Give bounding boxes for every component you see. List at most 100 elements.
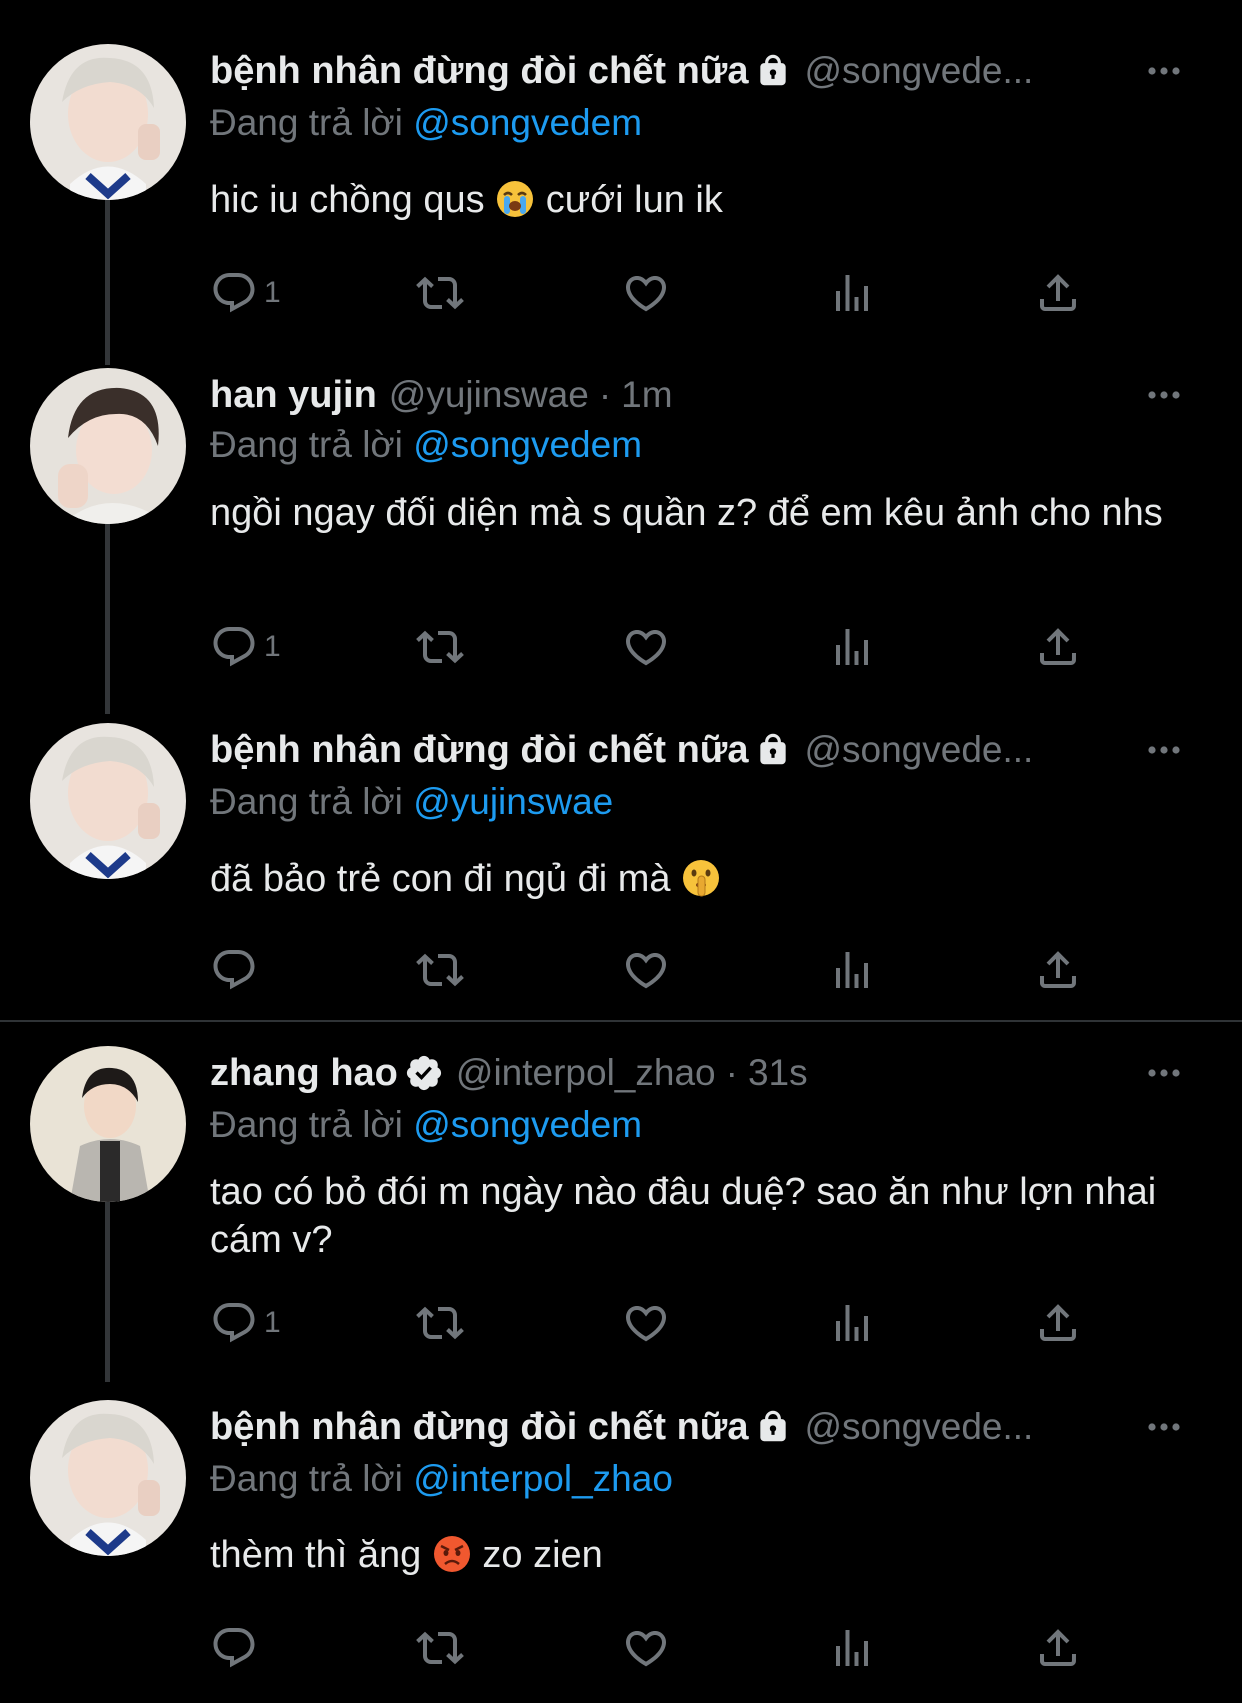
tweet-text: tao có bỏ đói m ngày nào đâu duệ? sao ăn… xyxy=(210,1171,1157,1261)
avatar[interactable] xyxy=(30,1046,186,1202)
retweet-button[interactable] xyxy=(416,1623,464,1673)
retweet-button[interactable] xyxy=(416,622,464,672)
reply-button[interactable] xyxy=(210,945,264,995)
user-handle[interactable]: @interpol_zhao xyxy=(456,1052,716,1094)
user-handle[interactable]: @yujinswae xyxy=(389,374,589,416)
thread-line xyxy=(105,524,110,714)
views-button[interactable] xyxy=(828,622,876,672)
like-button[interactable] xyxy=(622,268,670,318)
timestamp[interactable]: 31s xyxy=(748,1052,808,1094)
user-handle[interactable]: @songvede... xyxy=(804,50,1033,92)
retweet-button[interactable] xyxy=(416,945,464,995)
tweet-header: zhang hao @interpol_zhao · 31s xyxy=(210,1048,1202,1098)
user-handle[interactable]: @songvede... xyxy=(804,1406,1033,1448)
thread-line xyxy=(105,1202,110,1382)
more-icon[interactable] xyxy=(1144,1412,1184,1442)
share-button[interactable] xyxy=(1034,268,1082,318)
shushing-face-icon xyxy=(683,860,720,897)
reply-button[interactable]: 1 xyxy=(210,268,281,318)
tweet[interactable]: bệnh nhân đừng đòi chết nữa @songvede...… xyxy=(0,1375,1242,1703)
display-name[interactable]: bệnh nhân đừng đòi chết nữa xyxy=(210,50,748,93)
views-button[interactable] xyxy=(828,1298,876,1348)
timestamp[interactable]: 1m xyxy=(621,374,672,416)
replying-to: Đang trả lời @songvedem xyxy=(210,424,642,466)
like-button[interactable] xyxy=(622,1623,670,1673)
tweet[interactable]: han yujin @yujinswae · 1m Đang trả lời @… xyxy=(0,352,1242,714)
views-icon xyxy=(828,946,876,994)
replying-to: Đang trả lời @interpol_zhao xyxy=(210,1458,673,1500)
mention-link[interactable]: @songvedem xyxy=(413,102,642,143)
reply-button[interactable]: 1 xyxy=(210,622,281,672)
avatar[interactable] xyxy=(30,723,186,879)
separator: · xyxy=(725,1052,738,1093)
reply-icon xyxy=(210,269,258,317)
lock-icon xyxy=(754,1408,792,1446)
display-name[interactable]: han yujin xyxy=(210,374,377,417)
tweet[interactable]: bệnh nhân đừng đòi chết nữa @songvede...… xyxy=(0,0,1242,365)
share-button[interactable] xyxy=(1034,622,1082,672)
reply-count: 1 xyxy=(264,276,281,309)
retweet-icon xyxy=(416,1624,464,1672)
like-button[interactable] xyxy=(622,1298,670,1348)
display-name[interactable]: zhang hao xyxy=(210,1052,398,1095)
replying-label: Đang trả lời xyxy=(210,1104,403,1145)
reply-icon xyxy=(210,1624,258,1672)
mention-link[interactable]: @yujinswae xyxy=(413,781,613,822)
more-icon[interactable] xyxy=(1144,56,1184,86)
retweet-icon xyxy=(416,946,464,994)
tweet-text: thèm thì ăng zo zien xyxy=(210,1531,1200,1579)
mention-link[interactable]: @interpol_zhao xyxy=(413,1458,673,1499)
retweet-button[interactable] xyxy=(416,1298,464,1348)
action-bar: 1 xyxy=(210,622,1110,672)
heart-icon xyxy=(622,269,670,317)
avatar[interactable] xyxy=(30,368,186,524)
replying-label: Đang trả lời xyxy=(210,424,403,465)
avatar[interactable] xyxy=(30,1400,186,1556)
display-name[interactable]: bệnh nhân đừng đòi chết nữa xyxy=(210,1406,748,1449)
reply-button[interactable] xyxy=(210,1623,264,1673)
views-icon xyxy=(828,269,876,317)
share-button[interactable] xyxy=(1034,1298,1082,1348)
replying-label: Đang trả lời xyxy=(210,102,403,143)
tweet[interactable]: bệnh nhân đừng đòi chết nữa @songvede...… xyxy=(0,705,1242,1020)
tweet-text-part: cưới lun ik xyxy=(545,179,723,221)
views-button[interactable] xyxy=(828,945,876,995)
like-button[interactable] xyxy=(622,945,670,995)
mention-link[interactable]: @songvedem xyxy=(413,1104,642,1145)
heart-icon xyxy=(622,1624,670,1672)
action-bar xyxy=(210,945,1110,995)
tweet-header: bệnh nhân đừng đòi chết nữa @songvede... xyxy=(210,46,1202,96)
like-button[interactable] xyxy=(622,622,670,672)
more-icon[interactable] xyxy=(1144,735,1184,765)
tweet[interactable]: zhang hao @interpol_zhao · 31s Đang trả … xyxy=(0,1022,1242,1382)
reply-icon xyxy=(210,623,258,671)
heart-icon xyxy=(622,1299,670,1347)
share-button[interactable] xyxy=(1034,1623,1082,1673)
replying-to: Đang trả lời @songvedem xyxy=(210,1104,642,1146)
share-icon xyxy=(1034,1624,1082,1672)
tweet-text-part: zo zien xyxy=(482,1534,603,1576)
share-button[interactable] xyxy=(1034,945,1082,995)
loudly-crying-face-icon xyxy=(497,181,534,217)
separator: · xyxy=(598,374,612,415)
lock-icon xyxy=(754,731,792,769)
user-handle[interactable]: @songvede... xyxy=(804,729,1033,771)
more-icon[interactable] xyxy=(1144,1058,1184,1088)
mention-link[interactable]: @songvedem xyxy=(413,424,642,465)
views-button[interactable] xyxy=(828,1623,876,1673)
retweet-icon xyxy=(416,623,464,671)
replying-label: Đang trả lời xyxy=(210,781,403,822)
views-button[interactable] xyxy=(828,268,876,318)
reply-button[interactable]: 1 xyxy=(210,1298,281,1348)
verified-icon xyxy=(404,1053,444,1093)
views-icon xyxy=(828,1299,876,1347)
display-name[interactable]: bệnh nhân đừng đòi chết nữa xyxy=(210,729,748,772)
lock-icon xyxy=(754,52,792,90)
angry-face-icon xyxy=(433,1536,470,1572)
more-icon[interactable] xyxy=(1144,380,1184,410)
share-icon xyxy=(1034,269,1082,317)
avatar[interactable] xyxy=(30,44,186,200)
action-bar: 1 xyxy=(210,1298,1110,1348)
replying-to: Đang trả lời @songvedem xyxy=(210,102,642,144)
retweet-button[interactable] xyxy=(416,268,464,318)
